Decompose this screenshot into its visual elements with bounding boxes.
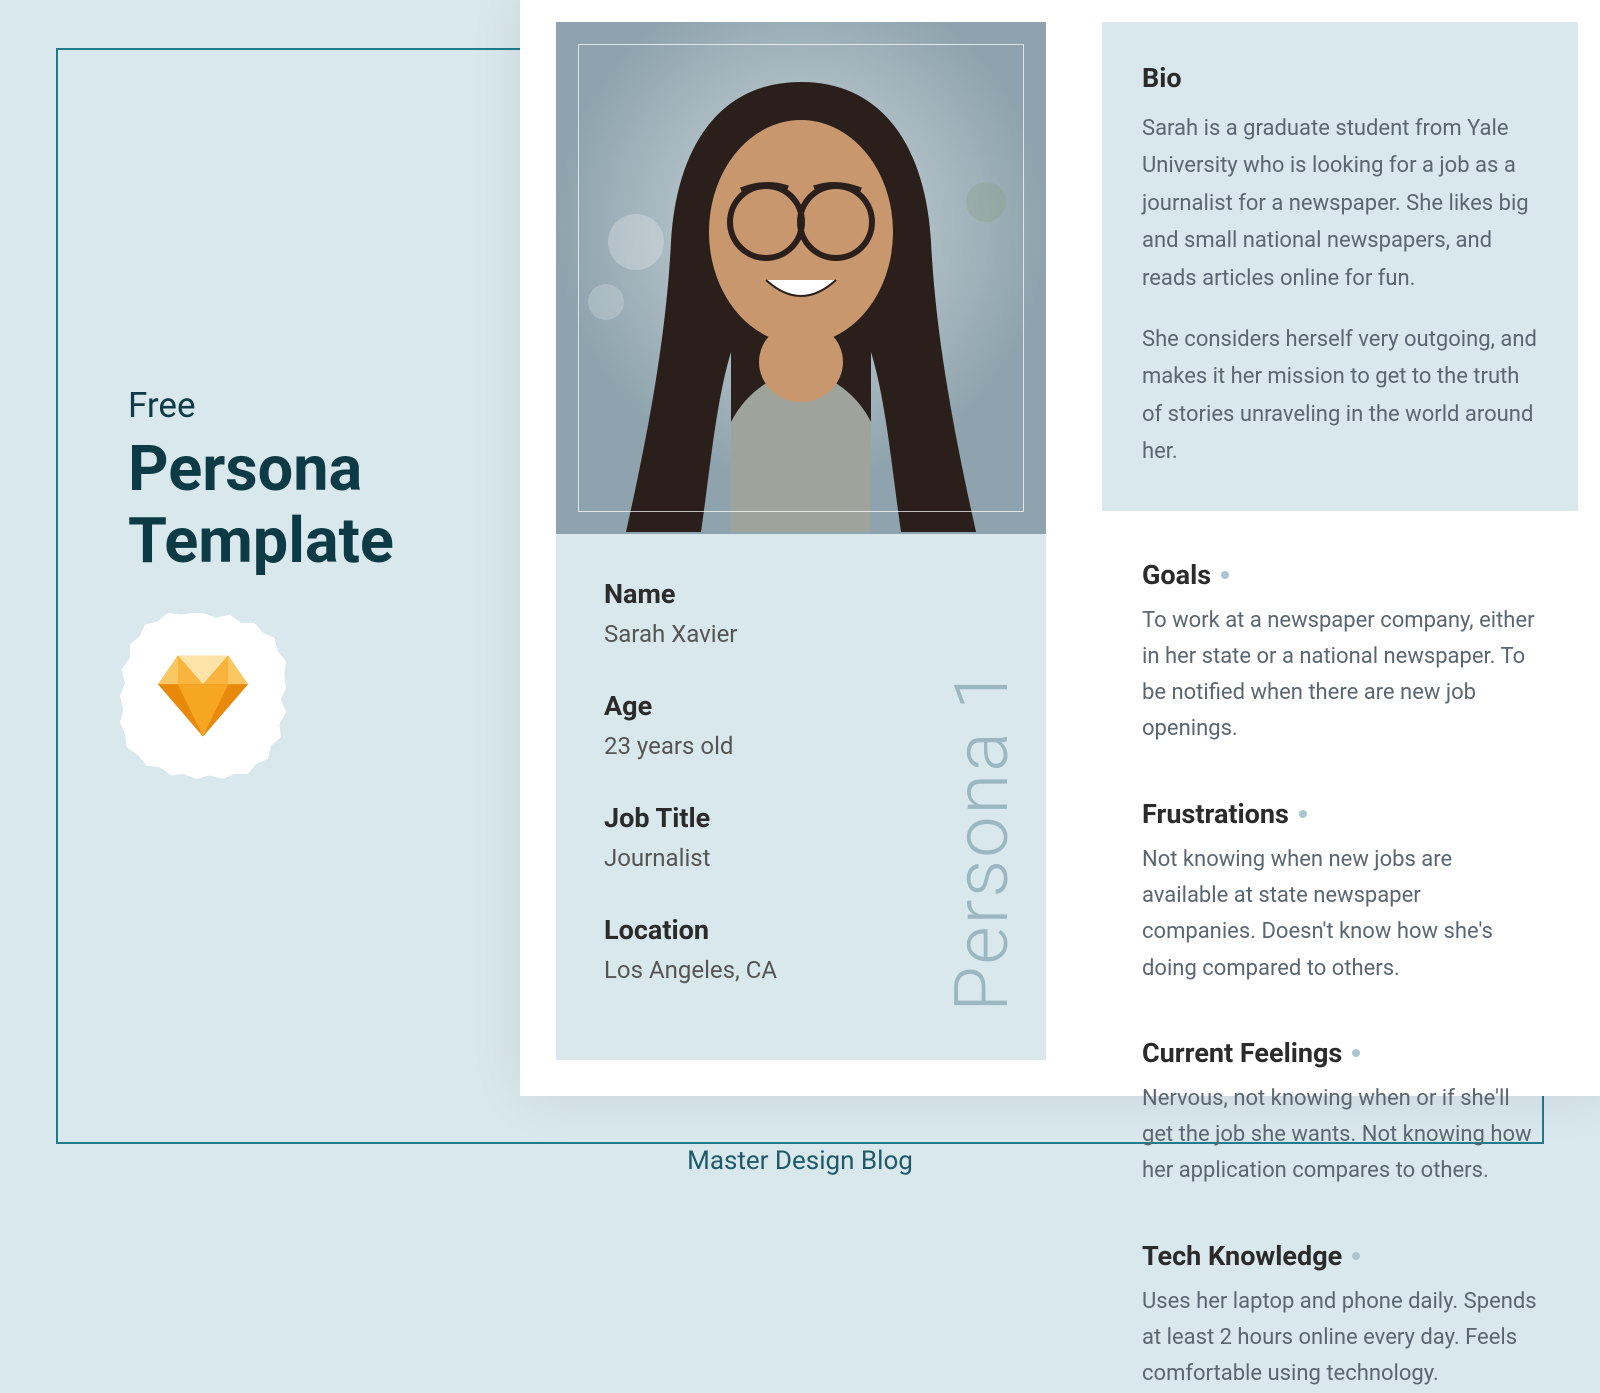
persona-profile-column: Name Sarah Xavier Age 23 years old Job T… xyxy=(556,22,1046,1060)
bio-heading: Bio xyxy=(1142,62,1538,94)
feelings-heading: Current Feelings xyxy=(1142,1037,1538,1069)
persona-details-column: Bio Sarah is a graduate student from Yal… xyxy=(1102,22,1578,1060)
bio-paragraph: Sarah is a graduate student from Yale Un… xyxy=(1142,110,1538,297)
feelings-section: Current Feelings Nervous, not knowing wh… xyxy=(1102,1037,1578,1190)
frustrations-body: Not knowing when new jobs are available … xyxy=(1142,842,1538,987)
tech-section: Tech Knowledge Uses her laptop and phone… xyxy=(1102,1240,1578,1393)
feelings-body: Nervous, not knowing when or if she'll g… xyxy=(1142,1081,1538,1190)
bullet-icon xyxy=(1221,571,1229,579)
footer-credit: Master Design Blog xyxy=(687,1146,913,1176)
goals-section: Goals To work at a newspaper company, ei… xyxy=(1102,559,1578,748)
field-value: Sarah Xavier xyxy=(604,620,998,648)
title-block: Free Persona Template xyxy=(128,385,508,771)
field-label: Name xyxy=(604,578,998,610)
bio-section: Bio Sarah is a graduate student from Yal… xyxy=(1102,22,1578,511)
persona-photo xyxy=(556,22,1046,534)
field-name: Name Sarah Xavier xyxy=(604,578,998,648)
bullet-icon xyxy=(1299,810,1307,818)
bullet-icon xyxy=(1352,1049,1360,1057)
goals-body: To work at a newspaper company, either i… xyxy=(1142,603,1538,748)
persona-template-title: Persona Template xyxy=(128,434,508,579)
sketch-badge xyxy=(128,621,278,771)
bullet-icon xyxy=(1352,1252,1360,1260)
persona-card: Name Sarah Xavier Age 23 years old Job T… xyxy=(520,0,1600,1096)
persona-info-box: Name Sarah Xavier Age 23 years old Job T… xyxy=(556,534,1046,1060)
tech-body: Uses her laptop and phone daily. Spends … xyxy=(1142,1284,1538,1393)
persona-number-label: Persona 1 xyxy=(939,667,1026,1012)
goals-heading: Goals xyxy=(1142,559,1538,591)
frustrations-heading: Frustrations xyxy=(1142,798,1538,830)
free-label: Free xyxy=(128,385,508,426)
tech-heading: Tech Knowledge xyxy=(1142,1240,1538,1272)
bio-paragraph: She considers herself very outgoing, and… xyxy=(1142,321,1538,471)
frustrations-section: Frustrations Not knowing when new jobs a… xyxy=(1102,798,1578,987)
sketch-diamond-icon xyxy=(158,655,248,737)
